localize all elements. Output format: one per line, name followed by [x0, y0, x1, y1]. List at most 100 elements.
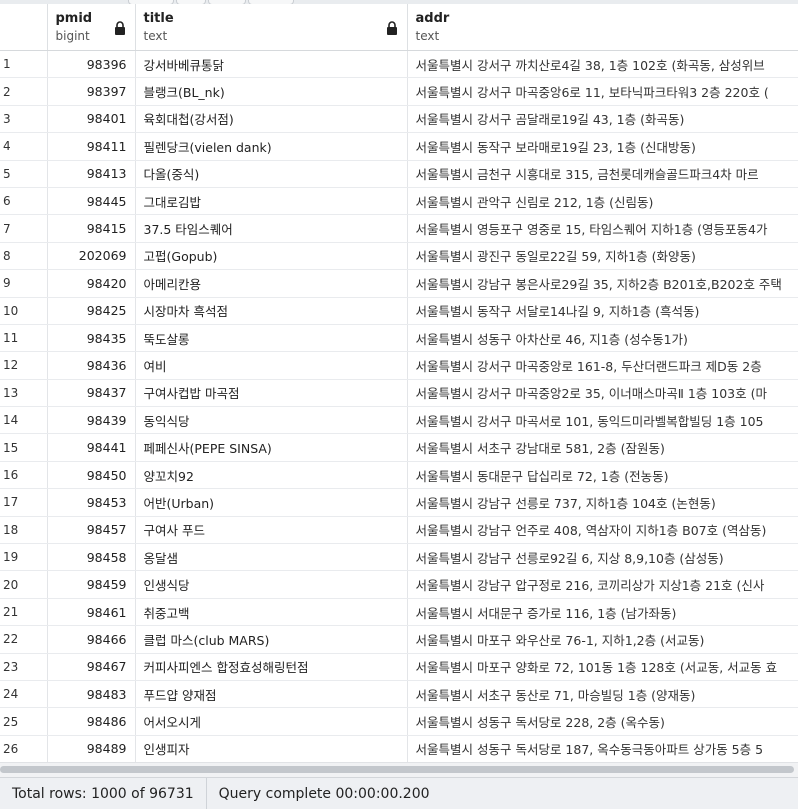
table-row[interactable]: 1298436여비서울특별시 강서구 마곡중앙로 161-8, 두산더랜드파크 …: [0, 352, 798, 379]
cell-title[interactable]: 인생식당: [135, 571, 407, 598]
cell-title[interactable]: 양꼬치92: [135, 461, 407, 488]
cell-pmid[interactable]: 98489: [47, 735, 135, 762]
table-row[interactable]: 2198461취중고백서울특별시 서대문구 증가로 116, 1층 (남가좌동): [0, 598, 798, 625]
row-number-cell[interactable]: 14: [0, 407, 47, 434]
row-number-cell[interactable]: 3: [0, 105, 47, 132]
cell-title[interactable]: 블랭크(BL_nk): [135, 78, 407, 105]
table-row[interactable]: 79841537.5 타임스퀘어서울특별시 영등포구 영중로 15, 타임스퀘어…: [0, 215, 798, 242]
table-row[interactable]: 2098459인생식당서울특별시 강남구 압구정로 216, 코끼리상가 지상1…: [0, 571, 798, 598]
table-row[interactable]: 1098425시장마차 흑석점서울특별시 동작구 서달로14나길 9, 지하1층…: [0, 297, 798, 324]
cell-pmid[interactable]: 98425: [47, 297, 135, 324]
cell-addr[interactable]: 서울특별시 성동구 독서당로 187, 옥수동극동아파트 상가동 5층 5: [407, 735, 798, 762]
cell-pmid[interactable]: 98420: [47, 270, 135, 297]
cell-addr[interactable]: 서울특별시 강서구 까치산로4길 38, 1층 102호 (화곡동, 삼성위브: [407, 51, 798, 78]
cell-pmid[interactable]: 98397: [47, 78, 135, 105]
cell-pmid[interactable]: 98483: [47, 680, 135, 707]
cell-pmid[interactable]: 98441: [47, 434, 135, 461]
cell-pmid[interactable]: 98413: [47, 160, 135, 187]
cell-addr[interactable]: 서울특별시 동작구 서달로14나길 9, 지하1층 (흑석동): [407, 297, 798, 324]
table-row[interactable]: 2698489인생피자서울특별시 성동구 독서당로 187, 옥수동극동아파트 …: [0, 735, 798, 762]
row-number-cell[interactable]: 6: [0, 187, 47, 214]
cell-addr[interactable]: 서울특별시 강서구 곰달래로19길 43, 1층 (화곡동): [407, 105, 798, 132]
cell-title[interactable]: 시장마차 흑석점: [135, 297, 407, 324]
cell-addr[interactable]: 서울특별시 강남구 선릉로 737, 지하1층 104호 (논현동): [407, 489, 798, 516]
table-row[interactable]: 998420아메리칸용서울특별시 강남구 봉은사로29길 35, 지하2층 B2…: [0, 270, 798, 297]
row-number-header[interactable]: [0, 4, 47, 51]
row-number-cell[interactable]: 10: [0, 297, 47, 324]
cell-pmid[interactable]: 98436: [47, 352, 135, 379]
row-number-cell[interactable]: 23: [0, 653, 47, 680]
cell-title[interactable]: 필렌당크(vielen dank): [135, 133, 407, 160]
cell-addr[interactable]: 서울특별시 동대문구 답십리로 72, 1층 (전농동): [407, 461, 798, 488]
cell-pmid[interactable]: 98461: [47, 598, 135, 625]
cell-addr[interactable]: 서울특별시 서초구 강남대로 581, 2층 (잠원동): [407, 434, 798, 461]
row-number-cell[interactable]: 22: [0, 626, 47, 653]
cell-title[interactable]: 구여사컵밥 마곡점: [135, 379, 407, 406]
cell-pmid[interactable]: 98466: [47, 626, 135, 653]
column-header-pmid[interactable]: pmid bigint: [47, 4, 135, 51]
cell-addr[interactable]: 서울특별시 서대문구 증가로 116, 1층 (남가좌동): [407, 598, 798, 625]
cell-title[interactable]: 커피사피엔스 합정효성해링턴점: [135, 653, 407, 680]
cell-title[interactable]: 취중고백: [135, 598, 407, 625]
table-row[interactable]: 198396강서바베큐통닭서울특별시 강서구 까치산로4길 38, 1층 102…: [0, 51, 798, 78]
cell-title[interactable]: 여비: [135, 352, 407, 379]
cell-pmid[interactable]: 98396: [47, 51, 135, 78]
row-number-cell[interactable]: 12: [0, 352, 47, 379]
table-row[interactable]: 8202069고펍(Gopub)서울특별시 광진구 동일로22길 59, 지하1…: [0, 242, 798, 269]
data-output-grid[interactable]: pmid bigint title text addr: [0, 4, 798, 762]
table-row[interactable]: 1898457구여사 푸드서울특별시 강남구 언주로 408, 역삼자이 지하1…: [0, 516, 798, 543]
cell-addr[interactable]: 서울특별시 금천구 시흥대로 315, 금천롯데캐슬골드파크4차 마르: [407, 160, 798, 187]
cell-pmid[interactable]: 98415: [47, 215, 135, 242]
cell-addr[interactable]: 서울특별시 강남구 봉은사로29길 35, 지하2층 B201호,B202호 주…: [407, 270, 798, 297]
cell-title[interactable]: 페페신사(PEPE SINSA): [135, 434, 407, 461]
cell-pmid[interactable]: 98459: [47, 571, 135, 598]
cell-addr[interactable]: 서울특별시 마포구 양화로 72, 101동 1층 128호 (서교동, 서교동…: [407, 653, 798, 680]
cell-addr[interactable]: 서울특별시 강서구 마곡서로 101, 동익드미라벨복합빌딩 1층 105: [407, 407, 798, 434]
cell-pmid[interactable]: 98458: [47, 544, 135, 571]
horizontal-scrollbar[interactable]: [0, 762, 798, 777]
row-number-cell[interactable]: 8: [0, 242, 47, 269]
cell-title[interactable]: 그대로김밥: [135, 187, 407, 214]
row-number-cell[interactable]: 25: [0, 708, 47, 735]
row-number-cell[interactable]: 4: [0, 133, 47, 160]
cell-pmid[interactable]: 98450: [47, 461, 135, 488]
row-number-cell[interactable]: 26: [0, 735, 47, 762]
cell-addr[interactable]: 서울특별시 강서구 마곡중앙2로 35, 이너매스마곡Ⅱ 1층 103호 (마: [407, 379, 798, 406]
row-number-cell[interactable]: 11: [0, 324, 47, 351]
cell-title[interactable]: 인생피자: [135, 735, 407, 762]
table-row[interactable]: 2298466클럽 마스(club MARS)서울특별시 마포구 와우산로 76…: [0, 626, 798, 653]
table-row[interactable]: 2398467커피사피엔스 합정효성해링턴점서울특별시 마포구 양화로 72, …: [0, 653, 798, 680]
cell-pmid[interactable]: 202069: [47, 242, 135, 269]
cell-addr[interactable]: 서울특별시 성동구 아차산로 46, 지1층 (성수동1가): [407, 324, 798, 351]
cell-addr[interactable]: 서울특별시 광진구 동일로22길 59, 지하1층 (화양동): [407, 242, 798, 269]
table-row[interactable]: 1798453어반(Urban)서울특별시 강남구 선릉로 737, 지하1층 …: [0, 489, 798, 516]
table-row[interactable]: 1998458옹달샘서울특별시 강남구 선릉로92길 6, 지상 8,9,10층…: [0, 544, 798, 571]
cell-addr[interactable]: 서울특별시 성동구 독서당로 228, 2층 (옥수동): [407, 708, 798, 735]
cell-addr[interactable]: 서울특별시 강서구 마곡중앙6로 11, 보타닉파크타워3 2층 220호 (: [407, 78, 798, 105]
row-number-cell[interactable]: 21: [0, 598, 47, 625]
cell-title[interactable]: 옹달샘: [135, 544, 407, 571]
cell-pmid[interactable]: 98439: [47, 407, 135, 434]
table-row[interactable]: 1598441페페신사(PEPE SINSA)서울특별시 서초구 강남대로 58…: [0, 434, 798, 461]
cell-title[interactable]: 강서바베큐통닭: [135, 51, 407, 78]
cell-addr[interactable]: 서울특별시 서초구 동산로 71, 마승빌딩 1층 (양재동): [407, 680, 798, 707]
row-number-cell[interactable]: 18: [0, 516, 47, 543]
row-number-cell[interactable]: 15: [0, 434, 47, 461]
table-row[interactable]: 698445그대로김밥서울특별시 관악구 신림로 212, 1층 (신림동): [0, 187, 798, 214]
row-number-cell[interactable]: 2: [0, 78, 47, 105]
cell-title[interactable]: 아메리칸용: [135, 270, 407, 297]
row-number-cell[interactable]: 19: [0, 544, 47, 571]
cell-title[interactable]: 뚝도살롱: [135, 324, 407, 351]
row-number-cell[interactable]: 17: [0, 489, 47, 516]
cell-title[interactable]: 고펍(Gopub): [135, 242, 407, 269]
cell-pmid[interactable]: 98411: [47, 133, 135, 160]
row-number-cell[interactable]: 7: [0, 215, 47, 242]
row-number-cell[interactable]: 24: [0, 680, 47, 707]
table-row[interactable]: 1498439동익식당서울특별시 강서구 마곡서로 101, 동익드미라벨복합빌…: [0, 407, 798, 434]
table-row[interactable]: 498411필렌당크(vielen dank)서울특별시 동작구 보라매로19길…: [0, 133, 798, 160]
table-row[interactable]: 298397블랭크(BL_nk)서울특별시 강서구 마곡중앙6로 11, 보타닉…: [0, 78, 798, 105]
table-row[interactable]: 398401육회대첩(강서점)서울특별시 강서구 곰달래로19길 43, 1층 …: [0, 105, 798, 132]
cell-title[interactable]: 푸드얍 양재점: [135, 680, 407, 707]
row-number-cell[interactable]: 1: [0, 51, 47, 78]
cell-addr[interactable]: 서울특별시 영등포구 영중로 15, 타임스퀘어 지하1층 (영등포동4가: [407, 215, 798, 242]
